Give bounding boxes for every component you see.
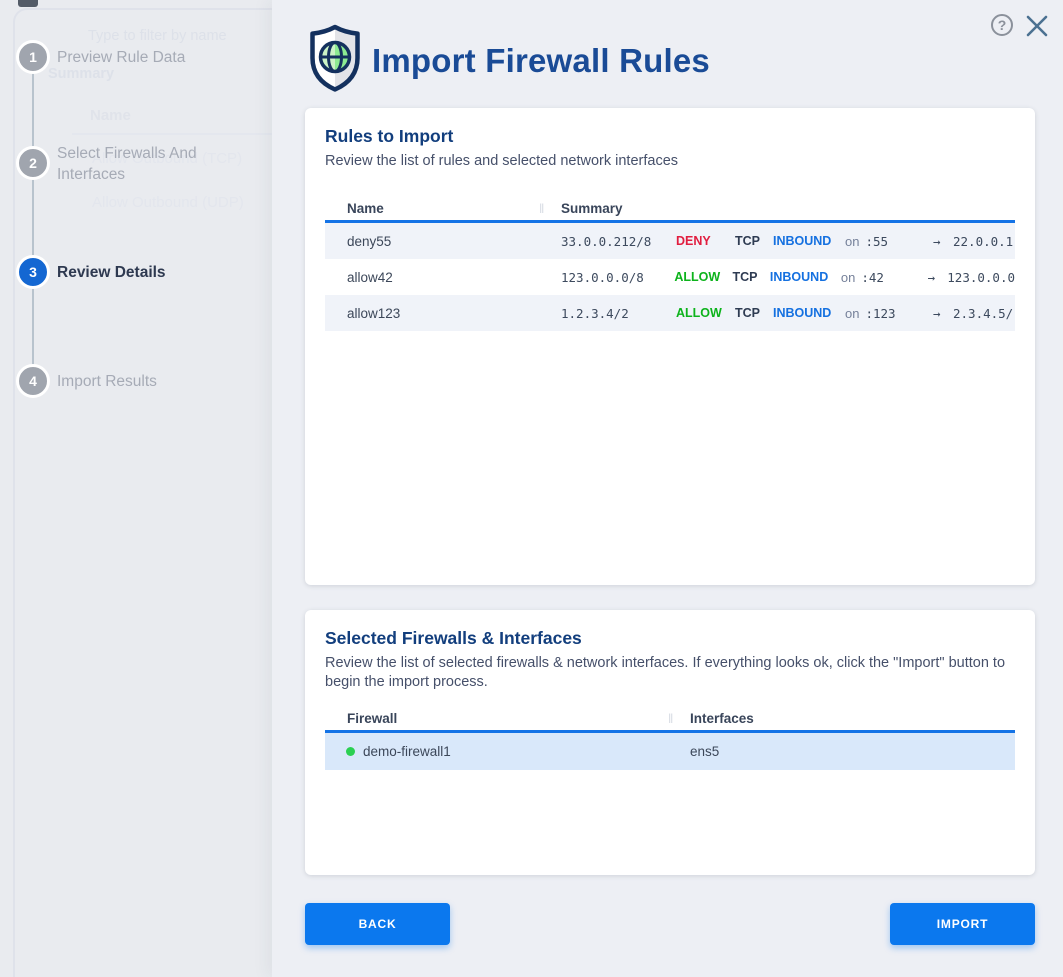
arrow-icon: → (933, 234, 953, 249)
arrow-icon: → (933, 306, 953, 321)
ghost-summary-label: Summary (48, 66, 114, 82)
rule-name: allow42 (325, 270, 561, 285)
rule-summary: 1.2.3.4/2 ALLOW TCP INBOUND on :123 → 2.3… (561, 306, 1015, 321)
rule-summary: 33.0.0.212/8 DENY TCP INBOUND on :55 → 22… (561, 234, 1015, 249)
rules-table-header: Name ‖ Summary (325, 197, 1015, 223)
rule-name: allow123 (325, 306, 561, 321)
rules-card-title: Rules to Import (325, 126, 1015, 147)
rule-name: deny55 (325, 234, 561, 249)
rule-row-allow42[interactable]: allow42 123.0.0.0/8 ALLOW TCP INBOUND on… (325, 259, 1015, 295)
rule-row-deny55[interactable]: deny55 33.0.0.212/8 DENY TCP INBOUND on:… (325, 223, 1015, 259)
rule-source-cidr: 123.0.0.0/8 (561, 270, 674, 285)
rule-port: :123 (865, 306, 895, 321)
column-resize-handle[interactable]: ‖ (539, 201, 561, 216)
rule-port: :55 (865, 234, 888, 249)
dialog-title: Import Firewall Rules (372, 42, 710, 80)
rule-protocol-badge: TCP (735, 306, 773, 320)
dimmed-background-chip (18, 0, 38, 7)
close-icon[interactable] (1025, 14, 1049, 38)
ghost-name-header: Name (90, 107, 131, 124)
step-3-label: Review Details (57, 262, 242, 283)
rule-action-badge: ALLOW (676, 306, 735, 320)
shield-globe-icon (308, 24, 362, 97)
rule-direction-badge: INBOUND (773, 234, 845, 248)
rule-source-cidr: 33.0.0.212/8 (561, 234, 676, 249)
firewalls-card-title: Selected Firewalls & Interfaces (325, 628, 1015, 649)
help-icon[interactable]: ? (991, 14, 1013, 36)
stepper-connector-line (32, 57, 34, 381)
rules-table-body: deny55 33.0.0.212/8 DENY TCP INBOUND on:… (325, 223, 1015, 331)
ghost-divider (72, 133, 272, 135)
wizard-sidebar: Type to filter by name Summary Name Allo… (0, 0, 272, 977)
step-4-label: Import Results (57, 371, 242, 392)
rules-column-name: Name (325, 201, 539, 216)
rule-direction-badge: INBOUND (773, 306, 845, 320)
rule-row-allow123[interactable]: allow123 1.2.3.4/2 ALLOW TCP INBOUND on:… (325, 295, 1015, 331)
step-2-circle: 2 (16, 146, 50, 180)
firewalls-column-firewall: Firewall (325, 711, 668, 726)
firewall-name: demo-firewall1 (363, 744, 451, 759)
firewall-online-status-dot (346, 747, 355, 756)
step-4-circle: 4 (16, 364, 50, 398)
rule-protocol-badge: TCP (735, 234, 773, 248)
rule-source-cidr: 1.2.3.4/2 (561, 306, 676, 321)
rule-direction-badge: INBOUND (770, 270, 841, 284)
rule-action-badge: ALLOW (674, 270, 732, 284)
rule-action-badge: DENY (676, 234, 735, 248)
rule-protocol-badge: TCP (732, 270, 769, 284)
back-button[interactable]: BACK (305, 903, 450, 945)
rule-on-label: on (845, 306, 859, 321)
arrow-icon: → (928, 270, 948, 285)
rule-on-label: on (841, 270, 855, 285)
step-1-label: Preview Rule Data (57, 47, 242, 68)
ghost-filter-placeholder: Type to filter by name (88, 28, 227, 44)
firewall-interfaces: ens5 (690, 744, 1015, 759)
rule-on-label: on (845, 234, 859, 249)
rules-to-import-card: Rules to Import Review the list of rules… (305, 108, 1035, 585)
firewalls-table-header: Firewall ‖ Interfaces (325, 707, 1015, 733)
firewalls-card-subtitle: Review the list of selected firewalls & … (325, 654, 1015, 692)
step-2-label: Select Firewalls And Interfaces (57, 143, 242, 185)
rule-destination-cidr: 22.0.0.1 (953, 234, 1013, 249)
rule-destination-cidr: 123.0.0.0 (947, 270, 1015, 285)
rule-port: :42 (861, 270, 884, 285)
rule-summary: 123.0.0.0/8 ALLOW TCP INBOUND on :42 → 12… (561, 270, 1015, 285)
rule-destination-cidr: 2.3.4.5/ (953, 306, 1013, 321)
rules-column-summary: Summary (561, 201, 1015, 216)
ghost-rule-udp: Allow Outbound (UDP) (92, 194, 244, 211)
firewall-row-demo-firewall1[interactable]: demo-firewall1 ens5 (325, 733, 1015, 770)
import-button[interactable]: IMPORT (890, 903, 1035, 945)
firewalls-column-interfaces: Interfaces (690, 711, 1015, 726)
selected-firewalls-card: Selected Firewalls & Interfaces Review t… (305, 610, 1035, 875)
step-1-circle: 1 (16, 40, 50, 74)
step-3-circle: 3 (16, 255, 50, 289)
import-firewall-rules-dialog: Import Firewall Rules ? Rules to Import … (272, 0, 1063, 977)
rules-card-subtitle: Review the list of rules and selected ne… (325, 152, 1015, 171)
column-resize-handle[interactable]: ‖ (668, 711, 690, 726)
